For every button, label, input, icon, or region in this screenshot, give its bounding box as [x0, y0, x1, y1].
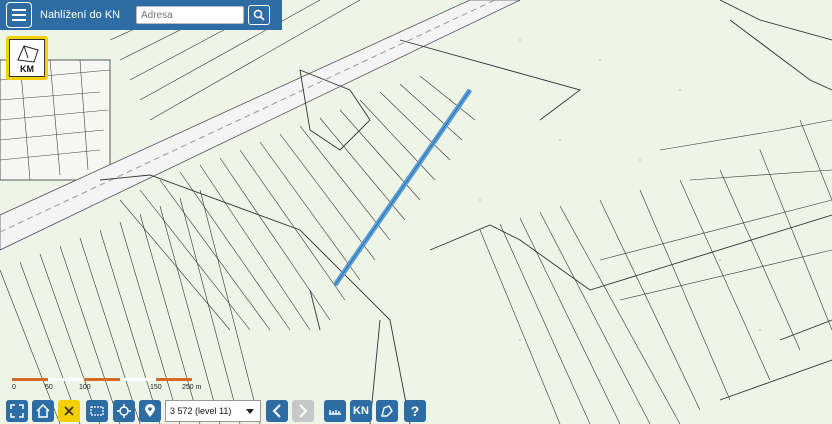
measure-button[interactable] — [324, 400, 346, 422]
fullscreen-button[interactable] — [6, 400, 28, 422]
menu-button[interactable] — [6, 2, 32, 28]
km-layer-button[interactable]: KM — [6, 36, 48, 80]
close-icon — [64, 406, 74, 416]
home-button[interactable] — [32, 400, 54, 422]
fullscreen-icon — [10, 404, 24, 418]
search-button[interactable] — [248, 5, 270, 25]
scale-bar: 0 50 100 150 250 m — [12, 378, 212, 394]
scale-label: 250 m — [182, 384, 202, 391]
locate-icon — [117, 404, 131, 418]
scale-label: 150 — [150, 384, 162, 391]
kn-button[interactable]: KN — [350, 400, 372, 422]
zoom-level-select[interactable]: 3 572 (level 11) — [165, 400, 261, 422]
search-input[interactable] — [136, 6, 244, 24]
locate-button[interactable] — [113, 400, 135, 422]
select-area-icon — [90, 406, 104, 416]
chevron-right-icon — [299, 404, 308, 418]
scale-label: 100 — [79, 384, 91, 391]
marker-icon — [145, 404, 155, 417]
marker-button[interactable] — [139, 400, 161, 422]
km-label: KM — [20, 64, 34, 74]
app-title: Nahlížení do KN — [40, 9, 121, 21]
menu-icon — [12, 9, 26, 11]
select-area-button[interactable] — [86, 400, 108, 422]
scale-label: 50 — [45, 384, 53, 391]
bottom-toolbar: 3 572 (level 11) KN ? — [0, 398, 440, 424]
previous-view-button[interactable] — [266, 400, 288, 422]
measure-icon — [329, 410, 341, 415]
help-button[interactable]: ? — [404, 400, 426, 422]
cadastral-map[interactable] — [0, 0, 832, 424]
parcel-icon — [17, 45, 39, 63]
draw-icon — [381, 405, 393, 417]
help-icon: ? — [410, 403, 420, 419]
top-bar: Nahlížení do KN — [0, 0, 282, 30]
chevron-down-icon — [246, 409, 254, 414]
zoom-level-value: 3 572 (level 11) — [170, 406, 232, 416]
search-icon — [253, 9, 265, 21]
chevron-left-icon — [272, 404, 281, 418]
clear-selection-button[interactable] — [58, 400, 80, 422]
scale-label: 0 — [12, 384, 16, 391]
kn-label: KN — [353, 405, 369, 417]
draw-button[interactable] — [376, 400, 398, 422]
home-icon — [36, 404, 50, 418]
next-view-button[interactable] — [292, 400, 314, 422]
